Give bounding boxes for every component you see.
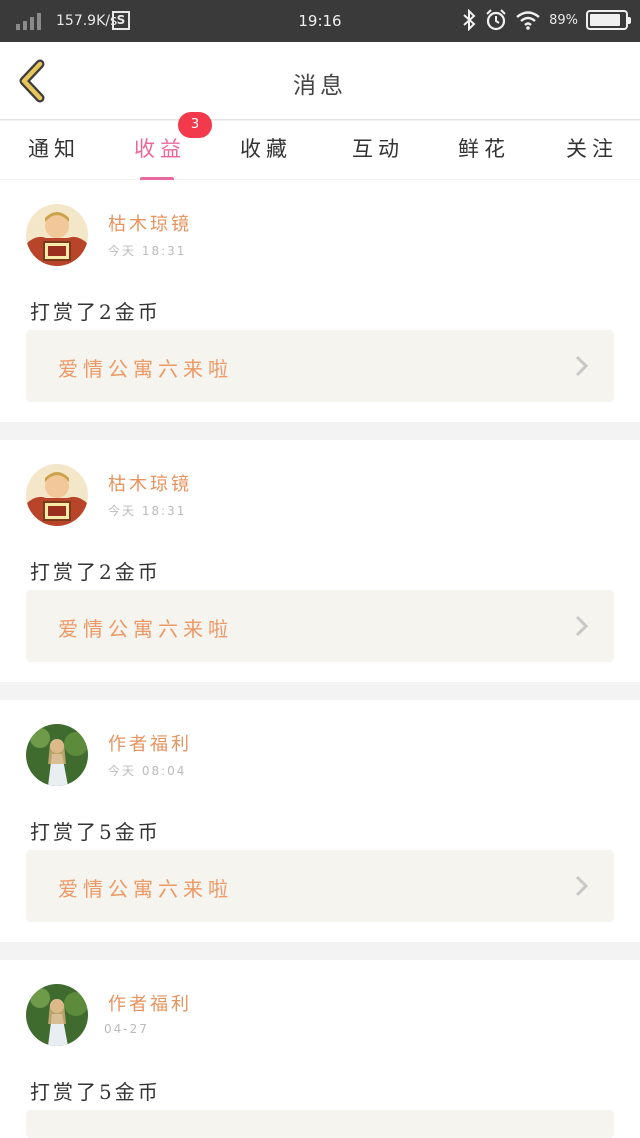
book-link[interactable] bbox=[26, 1110, 614, 1138]
book-title: 爱情公寓六来啦 bbox=[58, 877, 233, 901]
avatar[interactable] bbox=[26, 464, 88, 526]
message-time: 今天 08:04 bbox=[108, 764, 187, 778]
message-card: 枯木琼镜 今天 18:31 打赏了2金币 爱情公寓六来啦 bbox=[0, 440, 640, 682]
message-time: 今天 18:31 bbox=[108, 244, 187, 258]
tab-interactions[interactable]: 互动 bbox=[352, 133, 404, 163]
chevron-right-icon bbox=[575, 355, 589, 377]
battery-icon bbox=[586, 10, 631, 30]
tab-notifications[interactable]: 通知 bbox=[28, 133, 80, 163]
avatar[interactable] bbox=[26, 724, 88, 786]
page-title: 消息 bbox=[293, 73, 347, 99]
monk-avatar-icon bbox=[26, 464, 88, 526]
chevron-right-icon bbox=[575, 875, 589, 897]
chevron-right-icon bbox=[575, 615, 589, 637]
book-link[interactable]: 爱情公寓六来啦 bbox=[26, 850, 614, 922]
book-link[interactable]: 爱情公寓六来啦 bbox=[26, 590, 614, 662]
tab-follows[interactable]: 关注 bbox=[566, 133, 618, 163]
tab-favorites[interactable]: 收藏 bbox=[240, 133, 292, 163]
status-bar: 157.9K/s S 19:16 89% bbox=[0, 0, 640, 42]
girl-avatar-icon bbox=[26, 984, 88, 1046]
battery-percent: 89% bbox=[549, 12, 578, 28]
message-text: 打赏了2金币 bbox=[30, 300, 161, 324]
message-card: 枯木琼镜 今天 18:31 打赏了2金币 爱情公寓六来啦 bbox=[0, 180, 640, 422]
alarm-icon bbox=[486, 9, 506, 31]
username[interactable]: 枯木琼镜 bbox=[108, 470, 192, 496]
tab-bar: 通知 收益 3 收藏 互动 鲜花 关注 bbox=[0, 112, 640, 181]
tab-earnings[interactable]: 收益 bbox=[134, 133, 186, 181]
avatar[interactable] bbox=[26, 204, 88, 266]
username[interactable]: 枯木琼镜 bbox=[108, 210, 192, 236]
bluetooth-icon bbox=[463, 9, 476, 31]
username[interactable]: 作者福利 bbox=[108, 730, 192, 756]
message-card: 作者福利 今天 08:04 打赏了5金币 爱情公寓六来啦 bbox=[0, 700, 640, 942]
message-text: 打赏了5金币 bbox=[30, 1080, 161, 1104]
girl-avatar-icon bbox=[26, 724, 88, 786]
username[interactable]: 作者福利 bbox=[108, 990, 192, 1016]
tab-earnings-label: 收益 bbox=[134, 137, 186, 161]
message-text: 打赏了2金币 bbox=[30, 560, 161, 584]
tab-flowers[interactable]: 鲜花 bbox=[458, 133, 510, 163]
message-text: 打赏了5金币 bbox=[30, 820, 161, 844]
book-title: 爱情公寓六来啦 bbox=[58, 357, 233, 381]
avatar[interactable] bbox=[26, 984, 88, 1046]
book-link[interactable]: 爱情公寓六来啦 bbox=[26, 330, 614, 402]
message-card: 作者福利 04-27 打赏了5金币 bbox=[0, 960, 640, 1138]
wifi-icon bbox=[516, 11, 540, 30]
unread-badge: 3 bbox=[178, 112, 212, 138]
app-header: 消息 bbox=[0, 42, 640, 120]
message-time: 今天 18:31 bbox=[108, 504, 187, 518]
message-time: 04-27 bbox=[104, 1022, 149, 1036]
monk-avatar-icon bbox=[26, 204, 88, 266]
book-title: 爱情公寓六来啦 bbox=[58, 617, 233, 641]
